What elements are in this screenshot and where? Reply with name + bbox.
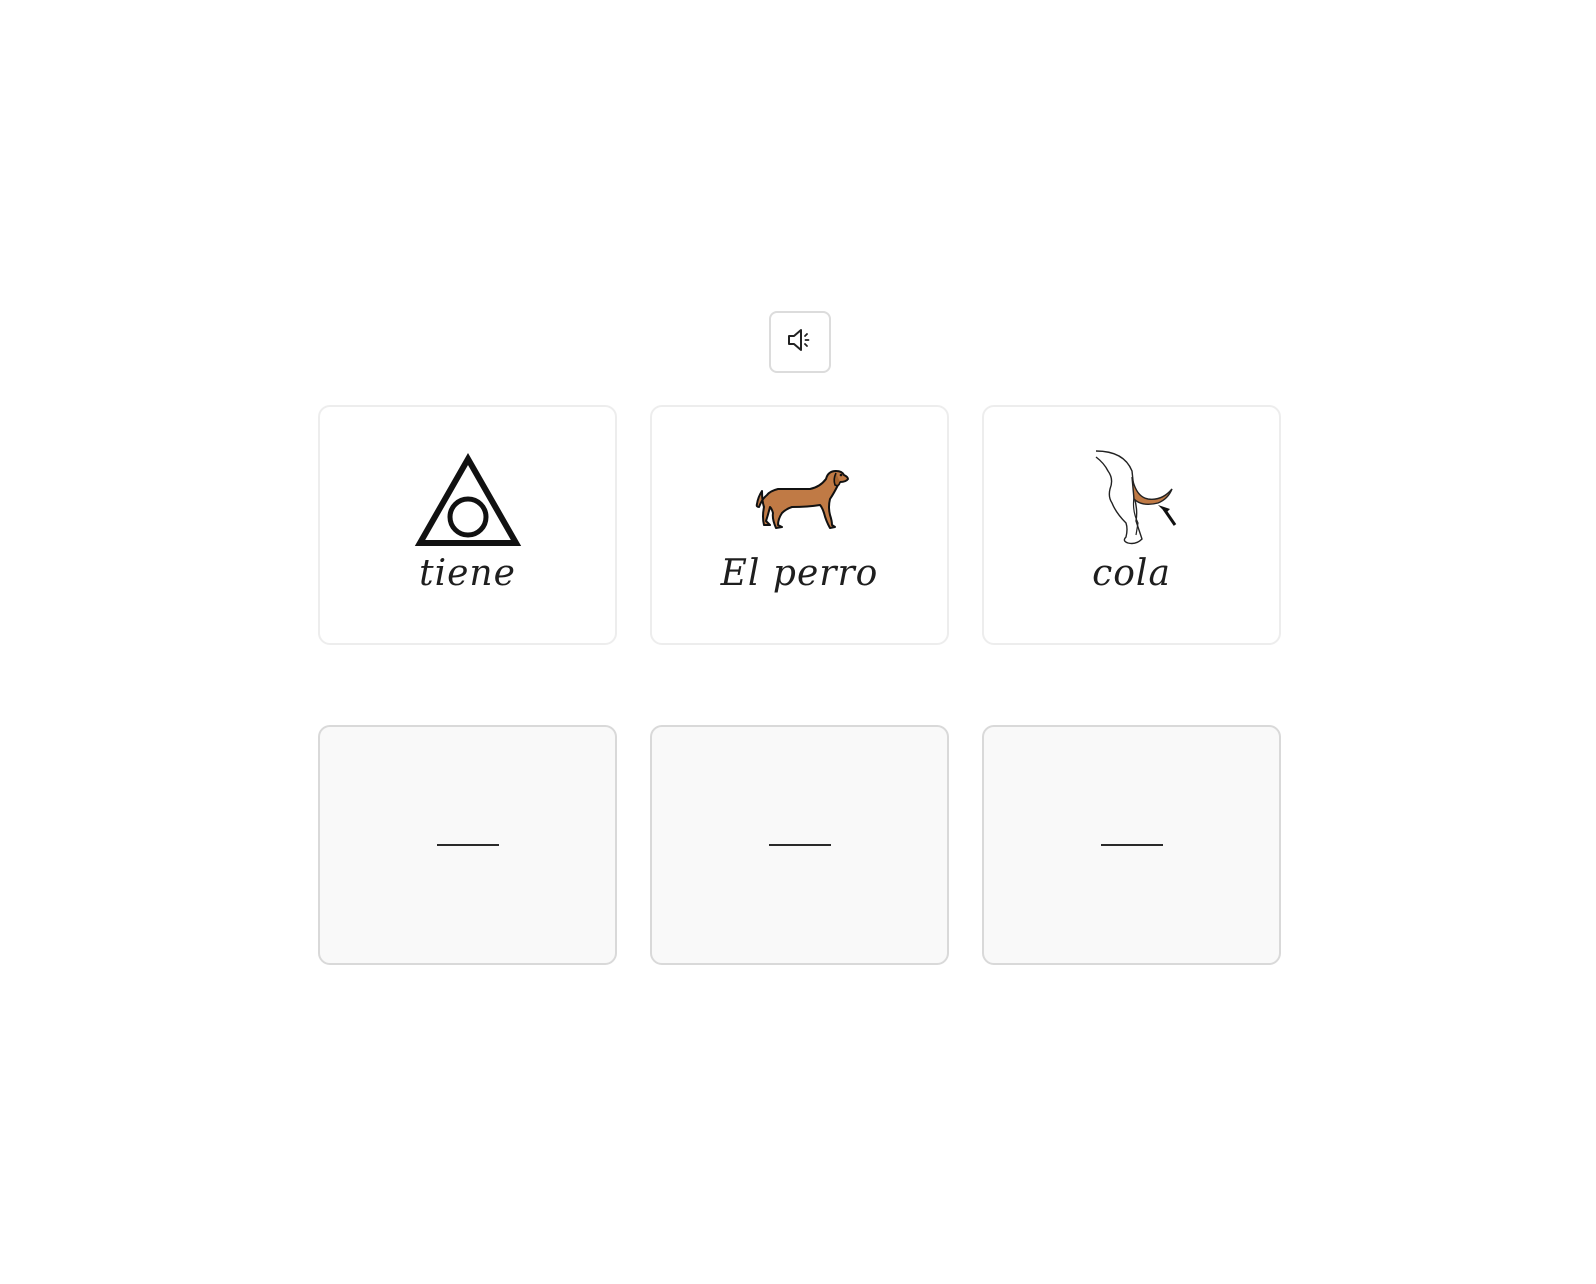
blank-line	[1100, 844, 1163, 846]
triangle-circle-icon	[408, 449, 528, 549]
answer-slot-3[interactable]	[982, 725, 1281, 965]
speaker-icon	[785, 325, 815, 359]
dog-icon	[740, 449, 860, 549]
play-sound-button[interactable]	[769, 311, 831, 373]
word-card-el-perro[interactable]: El perro	[650, 405, 949, 645]
blank-line	[768, 844, 831, 846]
word-card-tiene[interactable]: tiene	[318, 405, 617, 645]
blank-line	[436, 844, 499, 846]
answer-slot-2[interactable]	[650, 725, 949, 965]
dog-tail-icon	[1072, 449, 1192, 549]
answer-slot-1[interactable]	[318, 725, 617, 965]
word-card-cola[interactable]: cola	[982, 405, 1281, 645]
word-label: cola	[1092, 553, 1171, 594]
word-label: tiene	[419, 553, 516, 594]
word-label: El perro	[720, 553, 879, 594]
